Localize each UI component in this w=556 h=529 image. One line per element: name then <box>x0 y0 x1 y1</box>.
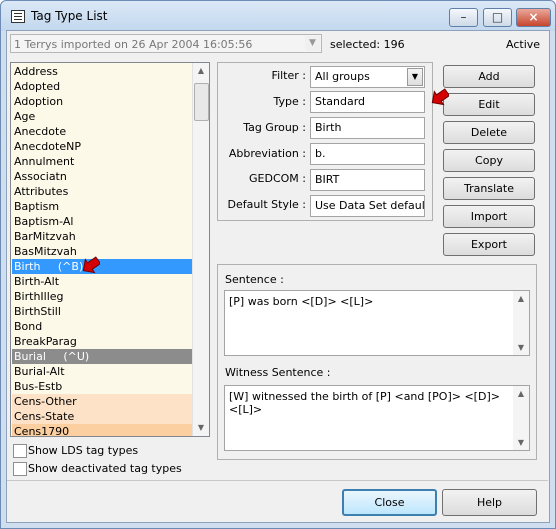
show-lds-label: Show LDS tag types <box>28 444 139 457</box>
list-item[interactable]: Attributes <box>12 184 192 199</box>
dataset-value: 1 Terrys imported on 26 Apr 2004 16:05:5… <box>14 38 253 51</box>
list-item[interactable]: Burial-Alt <box>12 364 192 379</box>
list-item[interactable]: Adopted <box>12 79 192 94</box>
edit-button[interactable]: Edit <box>443 93 535 116</box>
list-item[interactable]: BarMitzvah <box>12 229 192 244</box>
footer-divider <box>7 480 548 481</box>
chevron-down-icon[interactable]: ▼ <box>407 68 423 86</box>
filter-select[interactable]: All groups ▼ <box>310 66 425 88</box>
witness-sentence-textarea[interactable]: [W] witnessed the birth of [P] <and [PO]… <box>224 385 530 451</box>
witness-sentence-text: [W] witnessed the birth of [P] <and [PO]… <box>229 390 500 416</box>
status-label: Active <box>506 38 541 51</box>
witness-scrollbar[interactable]: ▲ ▼ <box>513 386 529 450</box>
list-item[interactable]: Associatn <box>12 169 192 184</box>
import-button[interactable]: Import <box>443 205 535 228</box>
list-item[interactable]: Cens1790 <box>12 424 192 436</box>
sentence-label: Sentence : <box>225 273 284 286</box>
type-label: Type : <box>273 95 306 108</box>
default-style-label: Default Style : <box>227 198 306 211</box>
show-deactivated-checkbox[interactable] <box>13 462 27 476</box>
list-item[interactable]: BirthStill <box>12 304 192 319</box>
list-icon <box>11 10 25 23</box>
list-item[interactable]: BreakParag <box>12 334 192 349</box>
export-button[interactable]: Export <box>443 233 535 256</box>
abbreviation-label: Abbreviation : <box>228 147 306 160</box>
show-lds-checkbox[interactable] <box>13 444 27 458</box>
selected-count: selected: 196 <box>330 38 405 51</box>
title-bar[interactable]: Tag Type List – □ × <box>1 1 555 31</box>
sentence-text: [P] was born <[D]> <[L]> <box>229 295 374 308</box>
pointer-arrow-icon <box>431 88 449 106</box>
tag-group-field[interactable]: Birth <box>310 117 425 139</box>
copy-button[interactable]: Copy <box>443 149 535 172</box>
scroll-down-icon[interactable]: ▼ <box>193 420 209 436</box>
filter-value: All groups <box>315 70 370 83</box>
list-item[interactable]: Cens-Other <box>12 394 192 409</box>
gedcom-label: GEDCOM : <box>249 172 306 185</box>
close-icon[interactable]: × <box>516 8 551 27</box>
abbreviation-field[interactable]: b. <box>310 143 425 165</box>
list-item[interactable]: Birth-Alt <box>12 274 192 289</box>
dataset-combobox[interactable]: 1 Terrys imported on 26 Apr 2004 16:05:5… <box>10 34 322 53</box>
list-item[interactable]: Birth (^B) <box>12 259 192 274</box>
list-item[interactable]: Baptism <box>12 199 192 214</box>
list-scrollbar[interactable]: ▲ ▼ <box>192 63 209 436</box>
tag-type-list[interactable]: ▲ ▼ Address Adopted Adoption Age Anecdote Ane… <box>10 62 210 437</box>
sentence-scrollbar[interactable]: ▲ ▼ <box>513 291 529 355</box>
witness-sentence-label: Witness Sentence : <box>225 366 331 379</box>
chevron-down-icon[interactable]: ▼ <box>305 36 320 51</box>
list-item[interactable]: Cens-State <box>12 409 192 424</box>
list-item[interactable]: Bond <box>12 319 192 334</box>
filter-label: Filter : <box>271 69 306 82</box>
sentence-textarea[interactable]: [P] was born <[D]> <[L]> ▲ ▼ <box>224 290 530 356</box>
minimize-icon[interactable]: – <box>449 8 478 27</box>
list-item[interactable]: Bus-Estb <box>12 379 192 394</box>
default-style-field[interactable]: Use Data Set default s <box>310 195 425 217</box>
maximize-icon[interactable]: □ <box>483 8 512 27</box>
tag-group-label: Tag Group : <box>243 121 306 134</box>
close-button[interactable]: Close <box>342 489 437 516</box>
window-title: Tag Type List <box>31 9 108 23</box>
list-item[interactable]: Baptism-Al <box>12 214 192 229</box>
list-item[interactable]: Age <box>12 109 192 124</box>
list-item[interactable]: BasMitzvah <box>12 244 192 259</box>
list-item[interactable]: BirthIlleg <box>12 289 192 304</box>
type-field[interactable]: Standard <box>310 91 425 113</box>
help-button[interactable]: Help <box>442 489 537 516</box>
show-deactivated-label: Show deactivated tag types <box>28 462 182 475</box>
translate-button[interactable]: Translate <box>443 177 535 200</box>
gedcom-field[interactable]: BIRT <box>310 169 425 191</box>
list-item[interactable]: Burial (^U) <box>12 349 192 364</box>
list-item[interactable]: AnecdoteNP <box>12 139 192 154</box>
scrollbar-thumb[interactable] <box>194 83 209 121</box>
list-item[interactable]: Annulment <box>12 154 192 169</box>
list-item[interactable]: Adoption <box>12 94 192 109</box>
delete-button[interactable]: Delete <box>443 121 535 144</box>
scroll-up-icon[interactable]: ▲ <box>193 63 209 79</box>
list-item[interactable]: Address <box>12 64 192 79</box>
list-item[interactable]: Anecdote <box>12 124 192 139</box>
add-button[interactable]: Add <box>443 65 535 88</box>
pointer-arrow-icon <box>82 256 100 274</box>
